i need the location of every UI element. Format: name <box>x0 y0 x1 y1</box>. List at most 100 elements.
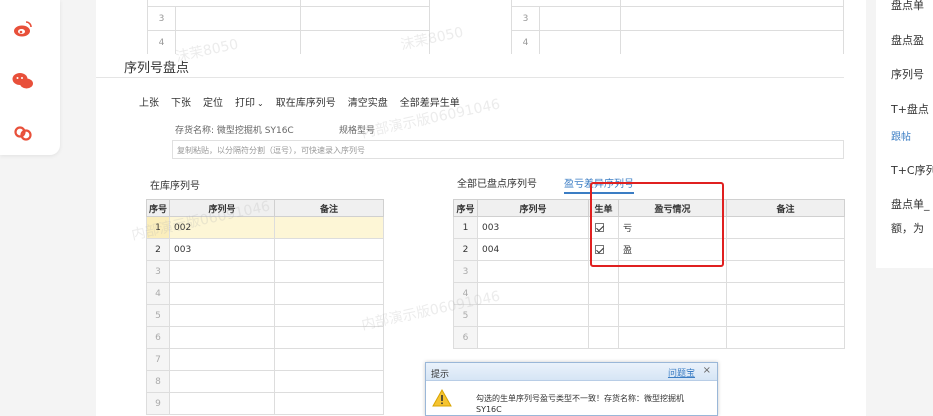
paste-input[interactable]: 复制粘贴，以分隔符分割（逗号），可快速录入序列号 <box>172 140 844 159</box>
table-row[interactable]: 4 <box>146 282 384 305</box>
serial-cell[interactable]: 003 <box>169 238 275 261</box>
article-line: T+C序列 <box>891 164 933 177</box>
warning-icon <box>432 388 452 410</box>
note-cell[interactable] <box>726 238 845 261</box>
generate-checkbox-cell[interactable] <box>588 304 619 327</box>
close-icon[interactable]: × <box>703 365 711 376</box>
wechat-icon[interactable] <box>12 70 34 92</box>
row-index: 6 <box>453 326 478 349</box>
note-cell[interactable] <box>274 304 384 327</box>
profit-loss-cell <box>618 282 727 305</box>
table-row[interactable]: 6 <box>453 326 845 349</box>
col-header-serial: 序列号 <box>169 199 275 217</box>
row-index: 1 <box>146 216 170 239</box>
note-cell[interactable] <box>274 348 384 371</box>
spec-label: 规格型号 <box>339 126 376 136</box>
table-row[interactable]: 7 <box>146 348 384 371</box>
weibo-icon[interactable] <box>12 18 34 40</box>
reply-link[interactable]: 跟帖 <box>891 128 911 143</box>
note-cell[interactable] <box>726 260 845 283</box>
help-link[interactable]: 问题宝 <box>668 366 695 379</box>
table-row[interactable]: 8 <box>146 370 384 393</box>
article-line: 额，为 <box>891 222 924 235</box>
note-cell[interactable] <box>274 392 384 415</box>
note-cell[interactable] <box>274 282 384 305</box>
prev-button[interactable]: 上张 <box>139 94 159 109</box>
chevron-down-icon: ⌄ <box>257 99 264 108</box>
row-index: 4 <box>453 282 478 305</box>
row-index: 9 <box>146 392 170 415</box>
table-row[interactable]: 6 <box>146 326 384 349</box>
row-index: 3 <box>453 260 478 283</box>
article-line: 盘点盈 <box>891 34 924 47</box>
row-number: 4 <box>512 31 540 54</box>
serial-cell[interactable] <box>169 282 275 305</box>
note-cell[interactable] <box>274 326 384 349</box>
print-label: 打印 <box>235 98 255 109</box>
note-cell[interactable] <box>274 216 384 239</box>
serial-cell[interactable] <box>169 392 275 415</box>
note-cell[interactable] <box>274 370 384 393</box>
table-row[interactable]: 9 <box>146 392 384 415</box>
table-row[interactable]: 4 <box>453 282 845 305</box>
row-number: 3 <box>512 7 540 30</box>
row-number: 3 <box>148 7 176 30</box>
note-cell[interactable] <box>726 216 845 239</box>
serial-cell[interactable] <box>477 304 589 327</box>
serial-cell[interactable] <box>169 348 275 371</box>
row-index: 5 <box>146 304 170 327</box>
col-header-index: 序号 <box>146 199 170 217</box>
fetch-serials-button[interactable]: 取在库序列号 <box>276 94 336 109</box>
locate-button[interactable]: 定位 <box>203 94 223 109</box>
row-index: 8 <box>146 370 170 393</box>
clear-count-button[interactable]: 清空实盘 <box>348 94 388 109</box>
in-stock-table: 序号 序列号 备注 1 002 2 003 3 4 5 6 7 8 9 <box>146 199 384 415</box>
link-icon[interactable] <box>12 122 34 144</box>
serial-cell[interactable] <box>169 370 275 393</box>
tab-all-counted[interactable]: 全部已盘点序列号 <box>457 175 537 190</box>
diff-order-button[interactable]: 全部差异生单 <box>400 94 460 109</box>
serial-cell[interactable] <box>477 260 589 283</box>
serial-cell[interactable] <box>169 304 275 327</box>
note-cell[interactable] <box>726 326 845 349</box>
generate-checkbox-cell[interactable] <box>588 282 619 305</box>
row-index: 7 <box>146 348 170 371</box>
article-line: T+盘点 <box>891 103 929 116</box>
row-index: 2 <box>453 238 478 261</box>
table-row[interactable]: 5 <box>146 304 384 327</box>
note-cell[interactable] <box>726 282 845 305</box>
note-cell[interactable] <box>274 238 384 261</box>
serial-cell[interactable] <box>477 326 589 349</box>
serial-cell[interactable] <box>477 282 589 305</box>
profit-loss-cell <box>618 326 727 349</box>
serial-cell[interactable]: 002 <box>169 216 275 239</box>
generate-checkbox-cell[interactable] <box>588 326 619 349</box>
profit-loss-cell <box>618 304 727 327</box>
serial-cell[interactable]: 003 <box>477 216 589 239</box>
top-grid-left: 3 4 <box>147 0 430 54</box>
table-row[interactable]: 3 <box>146 260 384 283</box>
serial-cell[interactable]: 004 <box>477 238 589 261</box>
serial-cell[interactable] <box>169 326 275 349</box>
article-line: 盘点单_ <box>891 198 930 211</box>
article-line: 盘点单 <box>891 0 924 12</box>
share-bar <box>0 0 60 155</box>
row-index: 3 <box>146 260 170 283</box>
row-index: 1 <box>453 216 478 239</box>
highlight-box <box>590 182 724 267</box>
note-cell[interactable] <box>274 260 384 283</box>
note-cell[interactable] <box>726 304 845 327</box>
title-divider <box>96 77 844 78</box>
dialog-message: 勾选的生单序列号盈亏类型不一致！存货名称：微型挖掘机 SY16C <box>476 394 684 414</box>
alert-dialog: 提示 问题宝 × 勾选的生单序列号盈亏类型不一致！存货名称：微型挖掘机 SY16… <box>425 362 718 416</box>
col-header-index: 序号 <box>453 199 478 217</box>
next-button[interactable]: 下张 <box>171 94 191 109</box>
serial-cell[interactable] <box>169 260 275 283</box>
top-grid-right: 3 4 <box>511 0 844 54</box>
row-index: 5 <box>453 304 478 327</box>
table-row[interactable]: 1 002 <box>146 216 384 239</box>
table-row[interactable]: 5 <box>453 304 845 327</box>
print-button[interactable]: 打印 ⌄ <box>235 94 264 109</box>
table-row[interactable]: 2 003 <box>146 238 384 261</box>
right-article-panel: 盘点单 盘点盈 序列号 T+盘点 跟帖 T+C序列 盘点单_ 额，为 <box>876 0 933 268</box>
